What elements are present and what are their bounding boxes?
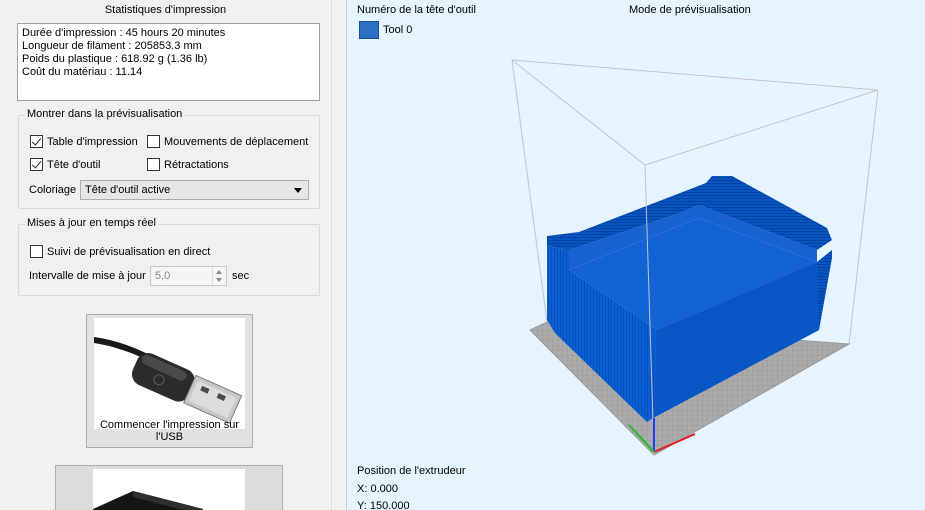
interval-value: 5,0 bbox=[155, 270, 171, 282]
coloring-value: Tête d'outil active bbox=[85, 184, 171, 196]
realtime-group: Mises à jour en temps réel Suivi de prév… bbox=[18, 217, 320, 296]
usb-print-label: Commencer l'impression sur l'USB bbox=[99, 419, 240, 443]
stats-title: Statistiques d'impression bbox=[104, 4, 227, 16]
stat-filament-length: Longueur de filament : 205853.3 mm bbox=[22, 40, 202, 52]
extruder-x-readout: X: 0.000 bbox=[357, 483, 398, 495]
option-live-preview-label: Suivi de prévisualisation en direct bbox=[47, 245, 211, 258]
checkbox-travel-moves[interactable] bbox=[147, 135, 160, 148]
panel-splitter[interactable] bbox=[331, 0, 347, 510]
stat-plastic-weight: Poids du plastique : 618.92 g (1.36 lb) bbox=[22, 53, 208, 65]
option-toolhead-label: Tête d'outil bbox=[47, 158, 101, 171]
checkbox-retractions[interactable] bbox=[147, 158, 160, 171]
extruder-y-readout: Y: 150.000 bbox=[357, 500, 410, 510]
stats-box: Durée d'impression : 45 hours 20 minutes… bbox=[17, 23, 320, 101]
extruder-position-label: Position de l'extrudeur bbox=[357, 465, 466, 477]
usb-cable-image bbox=[94, 318, 245, 429]
left-panel: Statistiques d'impression Durée d'impres… bbox=[0, 0, 331, 510]
stat-material-cost: Coût du matériau : 11.14 bbox=[22, 66, 143, 78]
sd-print-button[interactable] bbox=[55, 465, 283, 510]
coloring-dropdown[interactable]: Tête d'outil active bbox=[80, 180, 309, 200]
coloring-label: Coloriage bbox=[29, 184, 77, 196]
scene-3d[interactable] bbox=[347, 0, 925, 510]
usb-print-button[interactable]: Commencer l'impression sur l'USB bbox=[86, 314, 253, 448]
stat-print-time: Durée d'impression : 45 hours 20 minutes bbox=[22, 27, 226, 39]
checkbox-print-bed[interactable] bbox=[30, 135, 43, 148]
preview-options-group: Montrer dans la prévisualisation Table d… bbox=[18, 108, 320, 209]
option-travel-moves[interactable]: Mouvements de déplacement bbox=[147, 135, 308, 148]
spin-up-icon[interactable] bbox=[216, 270, 222, 274]
checkbox-live-preview[interactable] bbox=[30, 245, 43, 258]
option-print-bed[interactable]: Table d'impression bbox=[30, 135, 138, 148]
option-toolhead[interactable]: Tête d'outil bbox=[30, 158, 100, 171]
spin-down-icon[interactable] bbox=[216, 278, 222, 282]
preview-options-legend: Montrer dans la prévisualisation bbox=[25, 108, 185, 120]
option-live-preview[interactable]: Suivi de prévisualisation en direct bbox=[30, 245, 210, 258]
sd-device-image bbox=[93, 469, 245, 510]
interval-unit: sec bbox=[232, 270, 250, 282]
realtime-legend: Mises à jour en temps réel bbox=[25, 217, 158, 229]
option-print-bed-label: Table d'impression bbox=[47, 135, 138, 148]
checkbox-toolhead[interactable] bbox=[30, 158, 43, 171]
option-retractions-label: Rétractations bbox=[164, 158, 229, 171]
interval-spinbox[interactable]: 5,0 bbox=[150, 266, 227, 286]
option-travel-moves-label: Mouvements de déplacement bbox=[164, 135, 309, 148]
interval-label: Intervalle de mise à jour bbox=[29, 270, 146, 282]
option-retractions[interactable]: Rétractations bbox=[147, 158, 229, 171]
chevron-down-icon bbox=[294, 188, 302, 193]
preview-viewport[interactable]: Numéro de la tête d'outil Mode de prévis… bbox=[347, 0, 925, 510]
spin-buttons[interactable] bbox=[212, 267, 226, 285]
